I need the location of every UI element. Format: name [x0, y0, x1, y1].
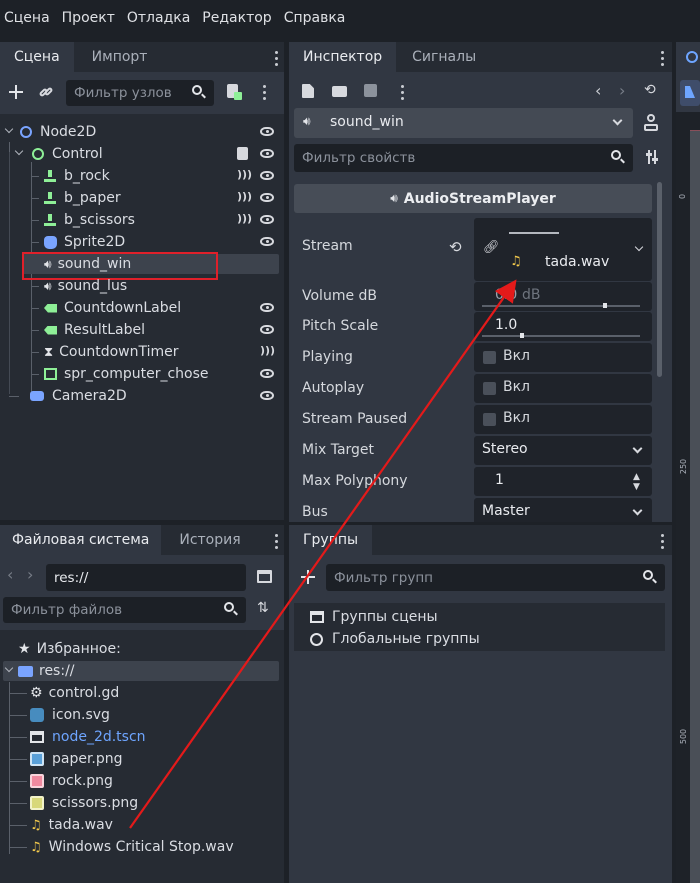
annotation-arrow-line	[129, 279, 517, 829]
annotation-arrow	[129, 279, 517, 829]
